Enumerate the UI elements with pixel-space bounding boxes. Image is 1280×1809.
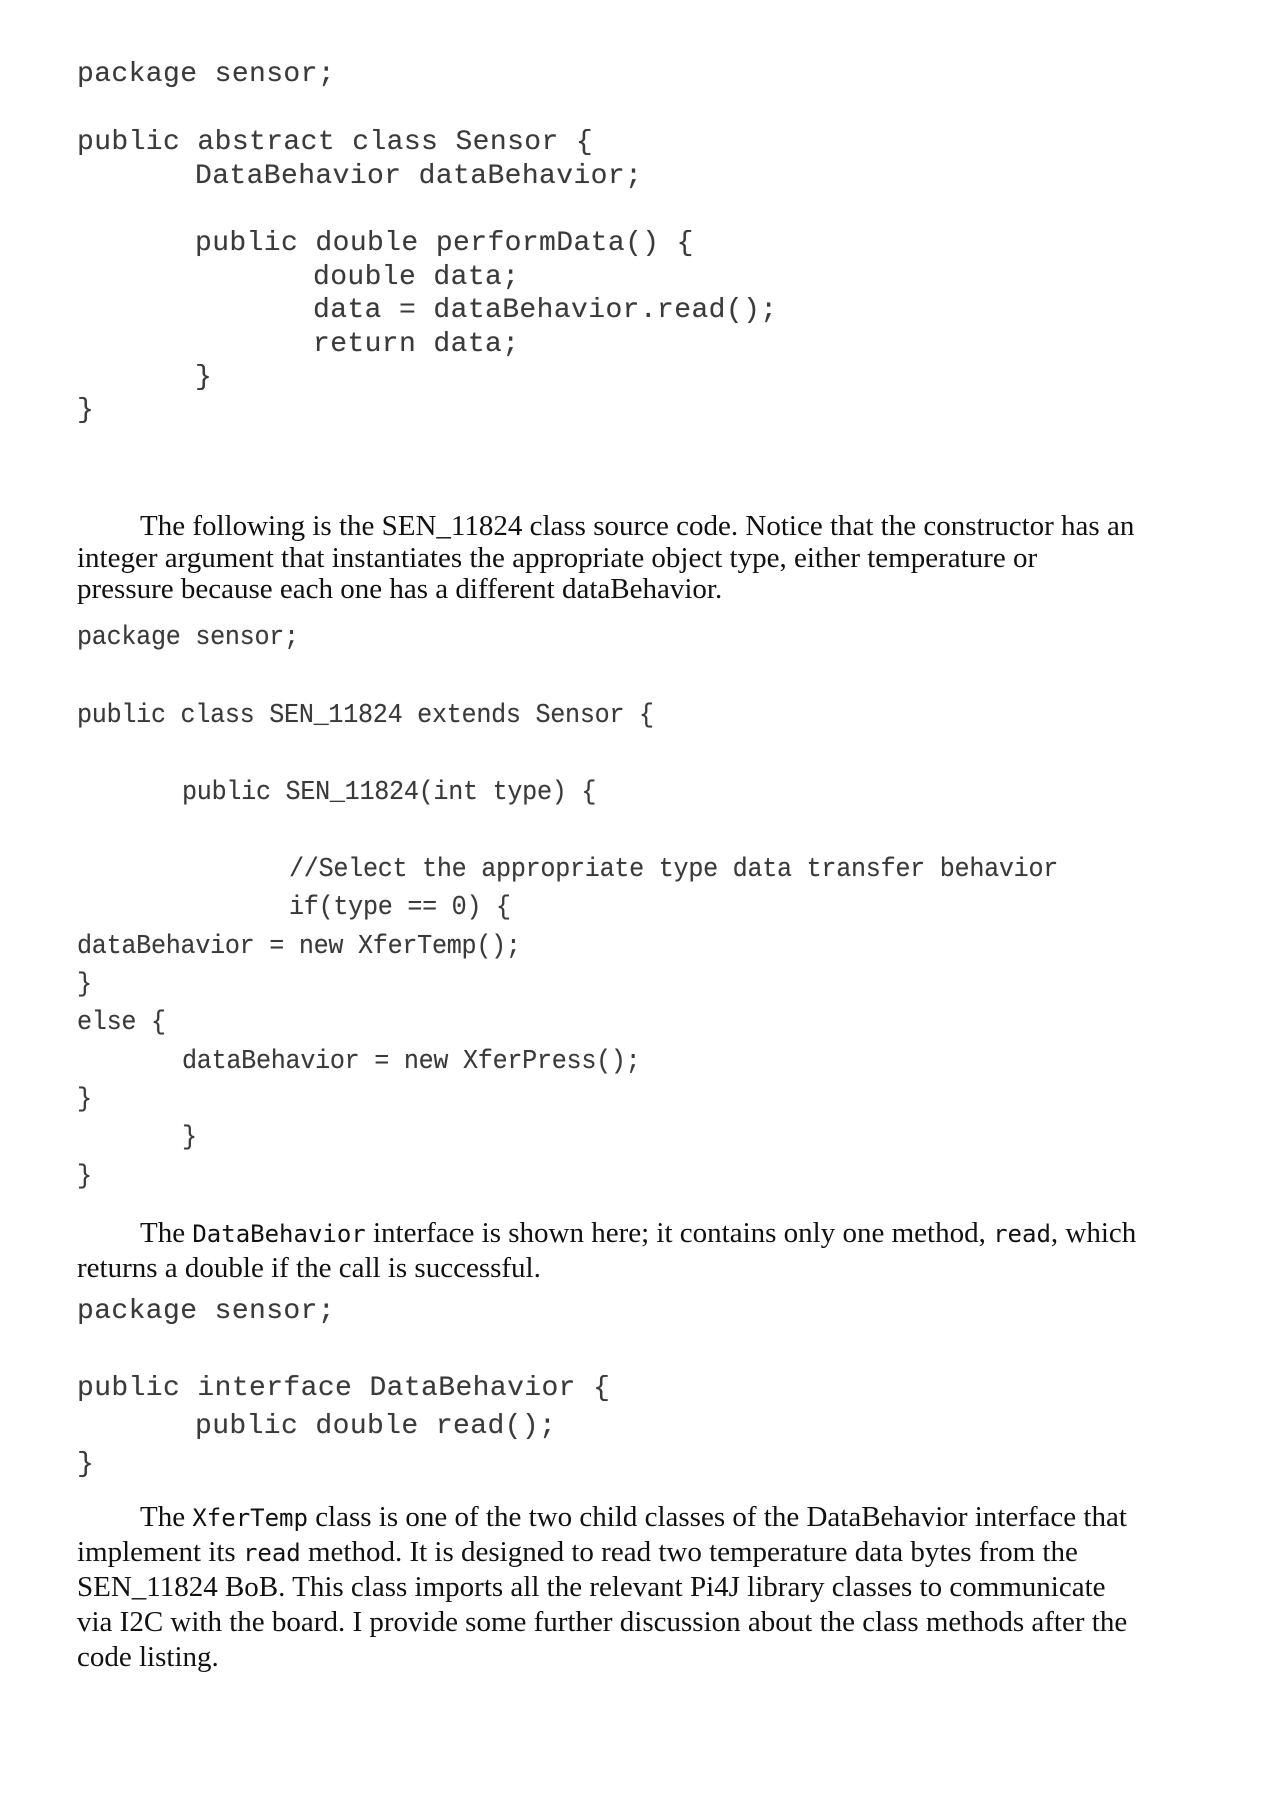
code-line: } [77, 1085, 92, 1115]
code-line: package sensor; [77, 1296, 336, 1327]
code-line: } [77, 1449, 95, 1480]
code-line: public abstract class Sensor { [77, 127, 594, 158]
code-line: public class SEN_11824 extends Sensor { [77, 701, 654, 731]
inline-code: read [993, 1220, 1051, 1248]
inline-code: XferTemp [192, 1504, 308, 1532]
paragraph-line: via I2C with the board. I provide some f… [77, 1606, 1128, 1638]
code-line: //Select the appropriate type data trans… [289, 855, 1059, 885]
text-span: , which [1050, 1217, 1137, 1249]
code-line: } [195, 362, 213, 393]
paragraph-line: The XferTemp class is one of the two chi… [140, 1500, 1127, 1535]
text-span: method. It is designed to read two tempe… [300, 1536, 1078, 1568]
code-line: public interface DataBehavior { [77, 1373, 611, 1404]
paragraph-line: integer argument that instantiates the a… [77, 542, 1038, 574]
code-line: double data; [313, 262, 520, 293]
code-line: dataBehavior = new XferTemp(); [77, 932, 521, 962]
code-line: package sensor; [77, 59, 336, 90]
text-span: implement its [77, 1536, 243, 1568]
document-page: package sensor; public abstract class Se… [0, 0, 1280, 1809]
code-line: public SEN_11824(int type) { [182, 778, 597, 808]
code-line: else { [77, 1008, 166, 1038]
text-span: The [140, 1217, 193, 1249]
paragraph-line: pressure because each one has a differen… [77, 573, 723, 605]
code-line: dataBehavior = new XferPress(); [182, 1047, 641, 1077]
paragraph-line: returns a double if the call is successf… [77, 1252, 541, 1284]
inline-code: read [242, 1539, 301, 1567]
code-line: public double performData() { [195, 228, 694, 259]
code-line: data = dataBehavior.read(); [313, 295, 778, 326]
code-line: return data; [313, 329, 520, 360]
code-line: } [77, 395, 95, 426]
paragraph-line: The DataBehavior interface is shown here… [140, 1216, 1136, 1251]
paragraph-line: code listing. [77, 1641, 219, 1673]
code-line: } [77, 1162, 92, 1192]
text-span: The [140, 1501, 193, 1533]
text-span: class is one of the two child classes of… [307, 1501, 1127, 1533]
text-span: interface is shown here; it contains onl… [365, 1217, 994, 1249]
code-line: } [77, 970, 92, 1000]
paragraph-line: implement its read method. It is designe… [77, 1535, 1078, 1570]
code-line: public double read(); [195, 1411, 557, 1442]
paragraph-line: The following is the SEN_11824 class sou… [140, 510, 1135, 542]
paragraph-line: SEN_11824 BoB. This class imports all th… [77, 1571, 1106, 1603]
code-line: DataBehavior dataBehavior; [195, 161, 643, 192]
inline-code: DataBehavior [192, 1220, 366, 1248]
code-line: if(type == 0) { [289, 893, 511, 923]
code-line: package sensor; [77, 623, 299, 653]
code-line: } [182, 1123, 197, 1153]
